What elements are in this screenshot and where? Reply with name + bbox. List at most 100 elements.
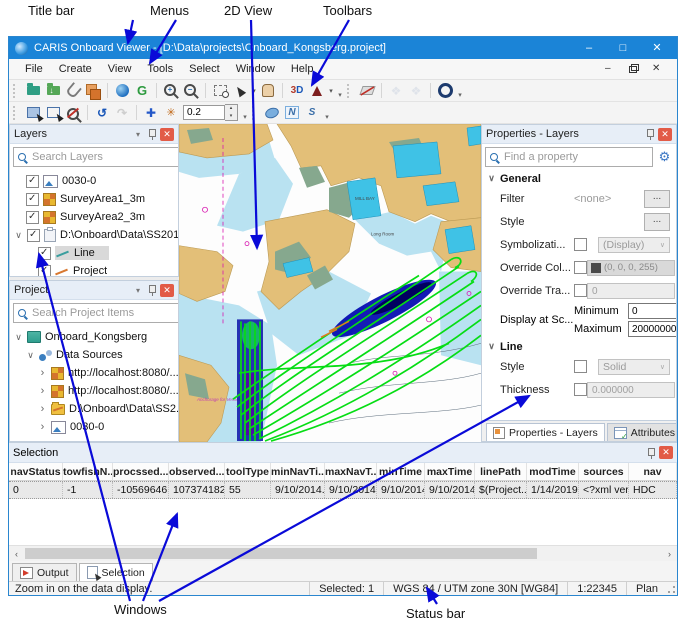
column-header[interactable]: procssed... xyxy=(113,463,169,481)
expander-icon[interactable] xyxy=(38,421,47,433)
toolbar-overflow[interactable]: ▾ xyxy=(455,91,465,101)
column-header[interactable]: towfishN... xyxy=(63,463,113,481)
snap-tolerance-arrows[interactable] xyxy=(225,104,238,121)
project-item[interactable]: http://localhost:8080/... xyxy=(10,382,178,400)
globe-view-button[interactable] xyxy=(112,82,132,100)
3d-view-button[interactable] xyxy=(287,82,307,100)
section-line[interactable]: Line xyxy=(482,338,676,355)
symbolization-checkbox[interactable] xyxy=(574,238,587,251)
toolbar-grip[interactable] xyxy=(13,84,19,98)
layers-search-input[interactable] xyxy=(30,150,176,164)
north-arrow-dropdown[interactable]: ▾ xyxy=(327,87,335,95)
scrollbar-thumb[interactable] xyxy=(25,548,537,559)
toolbar-overflow[interactable]: ▾ xyxy=(240,113,250,123)
menu-help[interactable]: Help xyxy=(283,63,322,75)
copy-layer-button[interactable] xyxy=(83,82,103,100)
layer-item[interactable]: 0030-0 xyxy=(10,172,178,190)
expander-icon[interactable] xyxy=(14,230,23,241)
zoom-in-button[interactable]: + xyxy=(161,82,181,100)
override-color-field[interactable]: (0, 0, 0, 255) xyxy=(587,260,675,276)
measure-button[interactable] xyxy=(357,82,377,100)
gear-icon[interactable] xyxy=(656,148,673,166)
section-general[interactable]: General xyxy=(482,170,676,187)
filter-ellipsis-button[interactable]: ... xyxy=(644,190,670,208)
maximize-button[interactable] xyxy=(617,37,629,59)
column-header[interactable]: navStatus xyxy=(9,463,63,481)
column-header[interactable]: observed... xyxy=(169,463,225,481)
layer-checkbox[interactable] xyxy=(26,175,39,188)
expander-icon[interactable] xyxy=(38,403,47,415)
scroll-right-icon[interactable] xyxy=(662,549,677,559)
select-tool-button[interactable] xyxy=(230,82,250,100)
properties-panel-header[interactable]: Properties - Layers xyxy=(482,125,676,144)
line-style-dropdown[interactable]: Solid xyxy=(598,359,670,375)
layers-panel-close-icon[interactable] xyxy=(160,128,174,141)
menu-select[interactable]: Select xyxy=(181,63,228,75)
column-header[interactable]: maxTime xyxy=(425,463,475,481)
import-data-button[interactable]: ↓ xyxy=(43,82,63,100)
zoom-out-button[interactable]: − xyxy=(181,82,201,100)
undo-selection-button[interactable] xyxy=(92,104,112,122)
draw-ellipse-button[interactable] xyxy=(262,104,282,122)
deselect-button[interactable] xyxy=(63,104,83,122)
expander-icon[interactable] xyxy=(14,332,23,343)
expander-icon[interactable] xyxy=(487,341,496,352)
mdi-restore-button[interactable] xyxy=(627,63,639,75)
tab-selection[interactable]: Selection xyxy=(79,563,153,581)
layer-checkbox[interactable] xyxy=(38,247,51,260)
attach-button[interactable] xyxy=(63,82,83,100)
column-header[interactable]: sources xyxy=(579,463,629,481)
project-panel-pin-icon[interactable] xyxy=(147,284,157,296)
snap-button[interactable] xyxy=(161,104,181,122)
layers-panel-pin-icon[interactable] xyxy=(147,128,157,140)
select-by-rectangle-button[interactable] xyxy=(43,104,63,122)
open-project-button[interactable] xyxy=(23,82,43,100)
override-transparency-checkbox[interactable] xyxy=(574,284,587,297)
title-bar[interactable]: CARIS Onboard Viewer - [D:\Data\projects… xyxy=(9,37,677,59)
project-item[interactable]: D:\Onboard\Data\SS2... xyxy=(10,400,178,418)
redo-selection-button[interactable] xyxy=(112,104,132,122)
selection-panel-close-icon[interactable] xyxy=(659,446,673,459)
column-header[interactable]: linePath xyxy=(475,463,527,481)
tab-properties-layers[interactable]: Properties - Layers xyxy=(486,423,605,441)
menu-view[interactable]: View xyxy=(100,63,140,75)
properties-panel-close-icon[interactable] xyxy=(658,128,672,141)
google-earth-button[interactable] xyxy=(132,82,152,100)
draw-curve-button[interactable] xyxy=(302,104,322,122)
status-crs[interactable]: WGS 84 / UTM zone 30N [WG84] xyxy=(383,582,567,595)
style-ellipsis-button[interactable]: ... xyxy=(644,213,670,231)
layer-item[interactable]: SurveyArea2_3m xyxy=(10,208,178,226)
property-search-box[interactable] xyxy=(485,147,653,167)
layer-item[interactable]: Project xyxy=(10,262,178,276)
select-tool-dropdown[interactable]: ▾ xyxy=(250,87,258,95)
project-search-box[interactable] xyxy=(13,303,179,323)
status-scale[interactable]: 1:22345 xyxy=(567,582,626,595)
project-item[interactable]: 0030-0 xyxy=(10,418,178,436)
selection-panel-pin-icon[interactable] xyxy=(646,447,656,459)
layer-checkbox[interactable] xyxy=(26,211,39,224)
mdi-minimize-button[interactable] xyxy=(603,63,615,75)
column-header[interactable]: toolType xyxy=(225,463,271,481)
record-button[interactable] xyxy=(435,82,455,100)
toolbar-overflow[interactable]: ▾ xyxy=(335,91,345,101)
project-panel-menu-icon[interactable] xyxy=(132,286,144,295)
resize-grip[interactable] xyxy=(667,582,677,595)
column-header[interactable]: minTime xyxy=(377,463,425,481)
menu-tools[interactable]: Tools xyxy=(139,63,181,75)
flag-next-button[interactable] xyxy=(406,82,426,100)
column-header[interactable]: nav xyxy=(629,463,677,481)
draw-polyline-button[interactable] xyxy=(282,104,302,122)
selection-table-row[interactable]: 0 -1 -10569646... 1073741824 55 9/10/201… xyxy=(9,481,677,499)
project-search-input[interactable] xyxy=(30,306,176,320)
move-button[interactable] xyxy=(141,104,161,122)
layer-checkbox[interactable] xyxy=(38,265,51,277)
tab-output[interactable]: Output xyxy=(12,563,77,581)
column-header[interactable]: modTime xyxy=(527,463,579,481)
expander-icon[interactable] xyxy=(26,350,35,361)
layers-panel-header[interactable]: Layers xyxy=(10,125,178,144)
menu-file[interactable]: File xyxy=(17,63,51,75)
minimum-scale-input[interactable] xyxy=(628,303,677,319)
layers-panel-menu-icon[interactable] xyxy=(132,130,144,139)
project-panel-header[interactable]: Project xyxy=(10,281,178,300)
project-item[interactable]: Onboard_Kongsberg xyxy=(10,328,178,346)
